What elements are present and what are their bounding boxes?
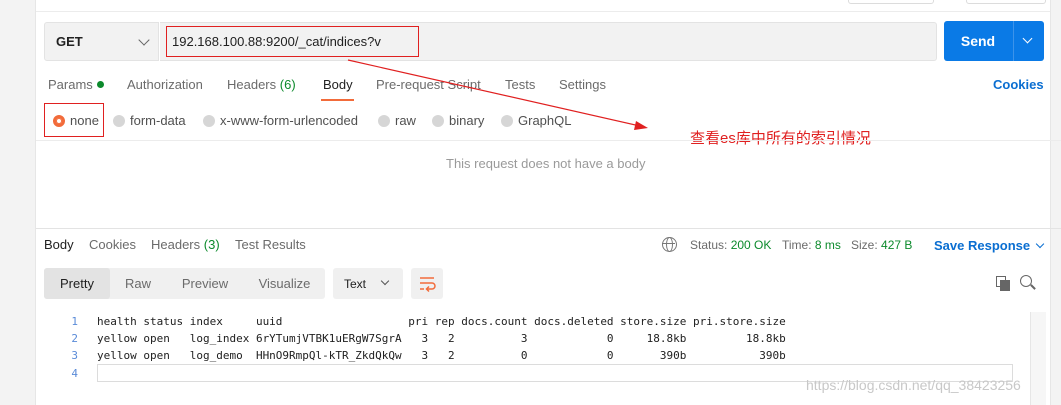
body-type-urlencoded[interactable]: x-www-form-urlencoded [203,113,358,128]
divider [36,228,1061,229]
search-icon[interactable] [1020,275,1032,287]
body-type-label: form-data [130,113,186,128]
tab-label: Cookies [89,237,136,252]
line-number: 3 [71,348,78,362]
radio-icon[interactable] [113,114,125,127]
top-toolbar-strip [36,0,1061,12]
body-type-form-data[interactable]: form-data [113,113,186,128]
send-button[interactable]: Send [944,21,1044,61]
chevron-down-icon[interactable] [1022,33,1033,44]
tab-headers[interactable]: Headers (6) [227,77,296,92]
chevron-down-icon [138,34,150,46]
vertical-scrollbar[interactable] [1030,312,1046,405]
tab-label: Authorization [127,77,203,92]
time-label: Time: [782,238,812,252]
none-annotation-box [44,103,104,137]
tab-label: Params [48,77,93,92]
size-value: 427 B [881,238,913,252]
tab-label: Headers [151,237,201,252]
line-number: 1 [71,314,78,328]
code-text: yellow open log_index 6rYTumjVTBK1uERgW7… [97,331,786,345]
line-number: 4 [71,366,78,380]
code-text: health status index uuid pri rep docs.co… [97,314,786,328]
watermark: https://blog.csdn.net/qq_38423256 [806,377,1021,393]
url-annotation-box [166,26,419,57]
body-type-label: binary [449,113,485,128]
body-type-label: GraphQL [518,113,572,128]
tab-label: Headers [227,77,277,92]
code-line: 2 yellow open log_index 6rYTumjVTBK1uERgW… [36,329,1046,347]
save-response-label: Save Response [934,238,1031,253]
top-toolbar-button[interactable] [966,0,1046,4]
method-label: GET [56,34,83,49]
active-tab-indicator [321,99,354,101]
divider [36,140,1061,141]
code-text: yellow open log_demo HHnO9RmpQl-kTR_ZkdQ… [97,348,786,362]
params-indicator-dot [96,81,104,88]
tab-label: Body [44,237,74,252]
tab-settings[interactable]: Settings [559,77,606,92]
radio-icon[interactable] [378,114,390,127]
radio-icon[interactable] [501,114,513,127]
right-edge-strip [1050,0,1061,405]
tab-label: Body [323,77,353,92]
tab-authorization[interactable]: Authorization [127,77,203,92]
tab-params[interactable]: Params [48,77,104,92]
response-tab-body[interactable]: Body [44,237,74,252]
response-tab-headers[interactable]: Headers (3) [151,237,220,252]
radio-icon[interactable] [432,114,444,127]
left-sidebar-strip [0,0,36,405]
wrap-lines-button[interactable] [411,268,443,299]
code-line: 1 health status index uuid pri rep docs.c… [36,312,1046,330]
annotation-note: 查看es库中所有的索引情况 [690,130,871,147]
globe-icon[interactable] [662,237,677,252]
view-pretty-button[interactable]: Pretty [44,268,110,299]
body-type-graphql[interactable]: GraphQL [501,113,571,128]
response-tab-test-results[interactable]: Test Results [235,237,306,252]
tab-count: (6) [279,77,296,92]
format-select[interactable]: Text [333,268,403,299]
tab-body[interactable]: Body [323,77,353,92]
save-response-button[interactable]: Save Response [934,238,1045,253]
format-label: Text [344,276,367,291]
view-preview-button[interactable]: Preview [166,268,244,299]
body-type-label: x-www-form-urlencoded [220,113,358,128]
status-label: Status: [690,238,728,252]
send-divider [1013,21,1014,61]
tab-tests[interactable]: Tests [505,77,535,92]
tab-label: Settings [559,77,606,92]
time-value: 8 ms [814,238,841,252]
chevron-down-icon [1035,239,1045,249]
tab-label: Tests [505,77,536,92]
cookies-link[interactable]: Cookies [993,77,1044,92]
view-mode-group: Pretty Raw Preview Visualize [44,268,325,299]
tab-label: Pre-request Script [376,77,481,92]
size-label: Size: [851,238,878,252]
view-visualize-button[interactable]: Visualize [244,268,325,299]
no-body-message: This request does not have a body [446,156,646,171]
response-tab-cookies[interactable]: Cookies [89,237,136,252]
body-type-binary[interactable]: binary [432,113,484,128]
wrap-lines-icon [420,277,436,293]
time-info: Time: 8 ms [782,238,841,252]
body-type-label: raw [395,113,416,128]
send-label: Send [960,33,996,49]
code-line: 3 yellow open log_demo HHnO9RmpQl-kTR_Zkd… [36,346,1046,364]
tab-pre-request-script[interactable]: Pre-request Script [376,77,481,92]
chevron-down-icon [380,276,390,286]
status-value: 200 OK [730,238,772,252]
tab-count: (3) [203,237,220,252]
radio-icon[interactable] [203,114,215,127]
copy-icon[interactable] [996,276,1010,291]
tab-label: Test Results [235,237,306,252]
top-toolbar-button[interactable] [848,0,934,4]
size-info: Size: 427 B [851,238,912,252]
status-info: Status: 200 OK [690,238,771,252]
line-number: 2 [71,331,78,345]
view-raw-button[interactable]: Raw [110,268,166,299]
method-select[interactable]: GET [44,22,159,61]
body-type-raw[interactable]: raw [378,113,416,128]
